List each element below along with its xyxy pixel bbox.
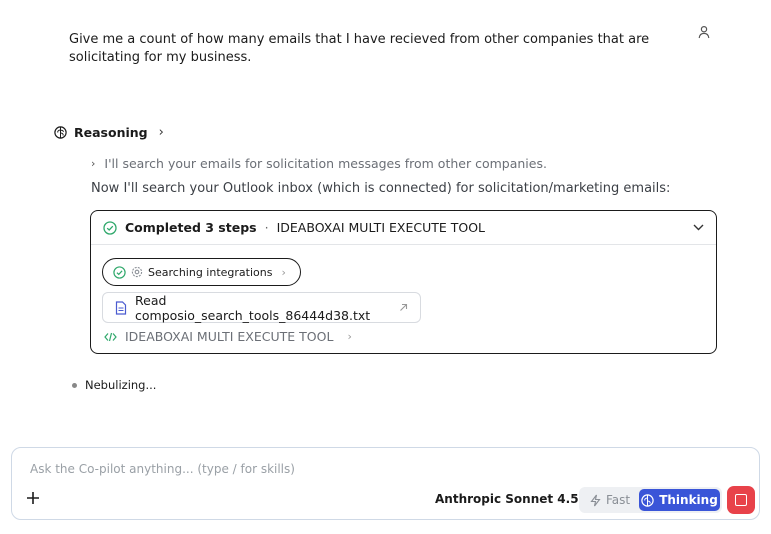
mode-fast-label: Fast (605, 493, 631, 507)
status-indicator: Nebulizing... (72, 378, 156, 392)
file-icon (115, 300, 127, 315)
model-select[interactable]: Anthropic Sonnet 4.5 (435, 492, 592, 506)
gear-icon (131, 266, 143, 278)
mode-toggle: Fast Thinking (579, 487, 722, 513)
reasoning-label: Reasoning (74, 125, 148, 140)
steps-card-header[interactable]: Completed 3 steps · IDEABOXAI MULTI EXEC… (91, 211, 716, 245)
steps-card: Completed 3 steps · IDEABOXAI MULTI EXEC… (90, 210, 717, 354)
pill-label: Searching integrations (148, 265, 273, 279)
add-attachment-button[interactable] (24, 489, 42, 507)
file-read-chip[interactable]: Read composio_search_tools_86444d38.txt (102, 292, 421, 323)
tool-name: IDEABOXAI MULTI EXECUTE TOOL (276, 220, 486, 235)
status-text: Nebulizing... (85, 378, 157, 392)
execute-tool-row[interactable]: IDEABOXAI MULTI EXECUTE TOOL › (104, 329, 352, 344)
external-link-icon[interactable] (399, 303, 408, 312)
reasoning-toggle[interactable]: Reasoning › (54, 125, 164, 140)
mode-thinking-button[interactable]: Thinking (639, 489, 720, 511)
chevron-right-icon: › (158, 125, 164, 140)
reasoning-step[interactable]: › I'll search your emails for solicitati… (91, 156, 547, 171)
completed-steps-label: Completed 3 steps (125, 220, 257, 235)
check-circle-icon (103, 220, 117, 235)
mode-thinking-label: Thinking (659, 493, 718, 507)
user-avatar-icon (697, 25, 711, 39)
brain-icon (54, 126, 67, 139)
stop-button[interactable] (727, 486, 755, 514)
chat-input[interactable] (30, 460, 530, 478)
execute-tool-label: IDEABOXAI MULTI EXECUTE TOOL (125, 329, 334, 344)
user-message-text: Give me a count of how many emails that … (69, 32, 650, 65)
reasoning-followup-text: Now I'll search your Outlook inbox (whic… (91, 181, 671, 196)
mode-fast-button[interactable]: Fast (581, 489, 639, 511)
stop-icon (735, 494, 747, 506)
searching-integrations-pill[interactable]: Searching integrations › (102, 258, 301, 286)
status-dot (72, 382, 77, 388)
code-icon (104, 332, 117, 342)
separator: · (264, 220, 269, 235)
lightning-icon (590, 494, 601, 507)
chevron-down-icon[interactable] (693, 224, 704, 231)
chevron-right-icon: › (281, 265, 286, 279)
model-label: Anthropic Sonnet 4.5 (435, 492, 579, 506)
reasoning-step-text: I'll search your emails for solicitation… (104, 156, 547, 171)
chevron-right-icon: › (347, 330, 352, 343)
chat-composer: Anthropic Sonnet 4.5 Fast Thinking (11, 447, 760, 520)
file-label: Read composio_search_tools_86444d38.txt (135, 292, 371, 323)
brain-icon (641, 493, 654, 507)
check-circle-icon (113, 265, 126, 279)
chevron-right-icon: › (91, 157, 96, 170)
